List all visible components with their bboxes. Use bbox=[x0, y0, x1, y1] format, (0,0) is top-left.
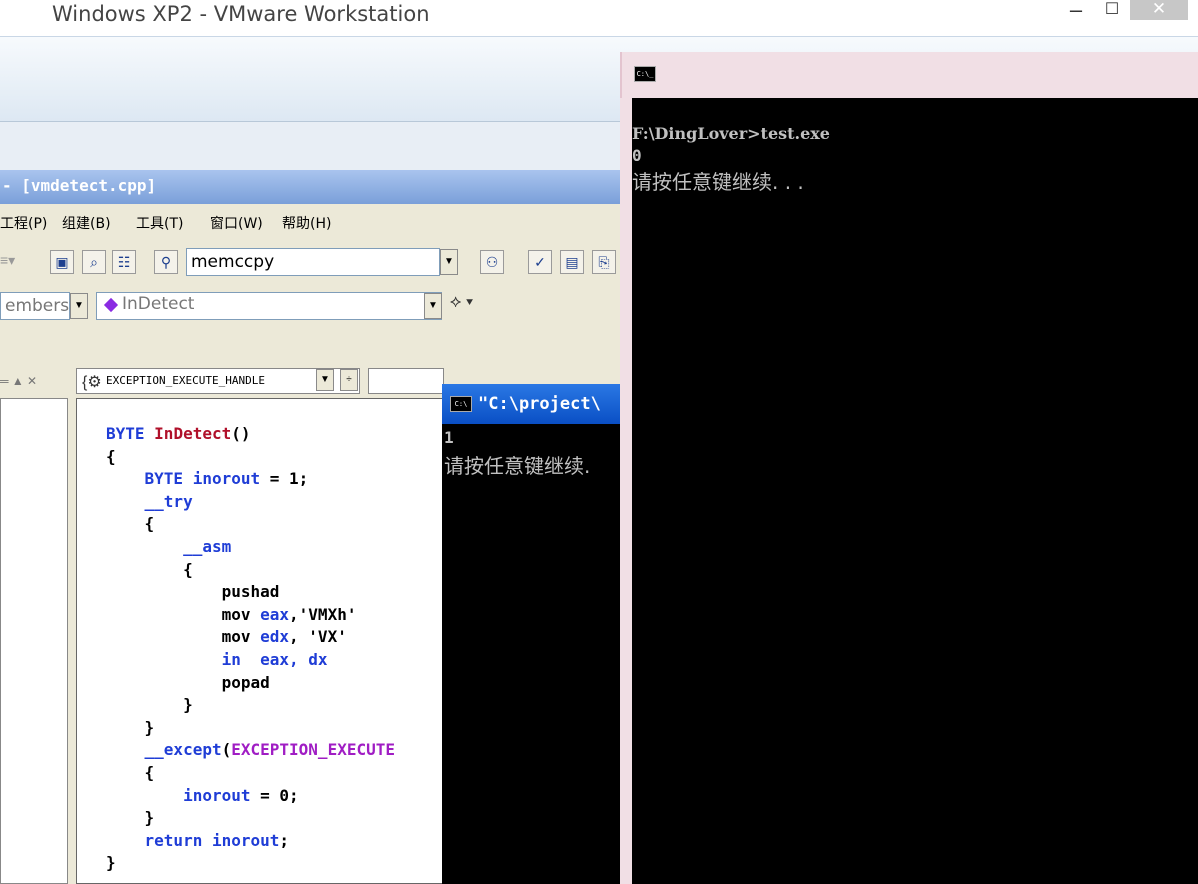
code-token: eax bbox=[260, 604, 290, 624]
code-token: return inorout bbox=[106, 830, 280, 850]
cmd-icon: C:\_ bbox=[634, 66, 656, 82]
code-token: mov bbox=[106, 604, 261, 624]
code-token: = 1; bbox=[260, 469, 309, 489]
code-line: __except(EXCEPTION_EXECUTE bbox=[106, 739, 395, 761]
code-line: } bbox=[106, 852, 116, 874]
close-button[interactable]: ✕ bbox=[1130, 0, 1188, 20]
big-console-border bbox=[620, 98, 632, 884]
code-token: { bbox=[106, 763, 155, 782]
code-token: in eax, dx bbox=[106, 650, 328, 669]
code-token: } bbox=[106, 853, 116, 873]
code-token: BYTE bbox=[106, 424, 155, 443]
big-console-line-1: F:\DingLover>test.exe bbox=[632, 124, 830, 143]
code-token: { bbox=[106, 559, 193, 579]
big-console-line-2: 0 bbox=[632, 146, 642, 165]
code-listing: BYTE InDetect(){ BYTE inorout = 1; __try… bbox=[0, 0, 440, 884]
big-console-line-3: 请按任意键继续. . . bbox=[632, 170, 804, 194]
big-console-output[interactable] bbox=[632, 98, 1198, 884]
code-token: { bbox=[106, 514, 155, 534]
code-token: } bbox=[106, 808, 155, 828]
code-line: { bbox=[106, 513, 155, 535]
code-line: mov eax,'VMXh' bbox=[106, 604, 357, 626]
find-icon[interactable]: ⚇ bbox=[480, 250, 504, 274]
code-token: edx bbox=[260, 627, 290, 647]
code-line: { bbox=[106, 559, 193, 581]
code-line: return inorout; bbox=[106, 830, 290, 852]
small-console-line-2: 请按任意键继续. bbox=[444, 454, 591, 478]
minimize-button[interactable]: – bbox=[1062, 0, 1090, 24]
open-folder-icon[interactable]: ▤ bbox=[560, 250, 584, 274]
code-token: inorout bbox=[106, 785, 251, 805]
small-console-line-1: 1 bbox=[444, 428, 454, 447]
code-token: popad bbox=[106, 672, 270, 692]
cmd-icon: C:\ bbox=[450, 396, 472, 412]
code-line: BYTE InDetect() bbox=[106, 423, 251, 445]
code-token: () bbox=[231, 424, 251, 443]
code-line: __try bbox=[106, 491, 193, 513]
find-combo-dropdown[interactable]: ▼ bbox=[440, 249, 458, 275]
maximize-button[interactable]: ☐ bbox=[1098, 0, 1126, 24]
code-token: __try bbox=[106, 491, 193, 511]
code-token: mov bbox=[106, 627, 261, 647]
paste-icon[interactable]: ⎘ bbox=[592, 250, 616, 274]
code-line: pushad bbox=[106, 581, 280, 603]
code-line: } bbox=[106, 717, 155, 739]
code-token: __except bbox=[106, 740, 222, 760]
code-line: BYTE inorout = 1; bbox=[106, 468, 309, 490]
big-console-title-bar[interactable] bbox=[620, 52, 1198, 98]
code-token: ( bbox=[221, 740, 232, 760]
code-line: } bbox=[106, 694, 193, 716]
code-line: inorout = 0; bbox=[106, 785, 299, 807]
code-token: ; bbox=[279, 830, 290, 850]
code-token: } bbox=[106, 695, 193, 715]
code-token: InDetect bbox=[154, 424, 232, 443]
code-token: EXCEPTION_EXECUTE bbox=[231, 740, 395, 760]
code-token: BYTE inorout bbox=[106, 469, 261, 489]
code-line: __asm bbox=[106, 536, 231, 558]
code-line: in eax, dx bbox=[106, 649, 328, 671]
code-line: popad bbox=[106, 672, 270, 694]
code-line: { bbox=[106, 446, 116, 468]
code-token: , 'VX' bbox=[289, 627, 347, 647]
code-token: pushad bbox=[106, 582, 280, 602]
code-token: { bbox=[106, 446, 116, 466]
small-console-output[interactable] bbox=[442, 424, 620, 884]
small-console-title: "C:\project\ bbox=[478, 394, 601, 414]
code-token: } bbox=[106, 717, 155, 737]
wizard-action-icon[interactable]: ⟡ ▾ bbox=[450, 292, 500, 318]
compile-icon[interactable]: ✓ bbox=[528, 250, 552, 274]
code-line: mov edx, 'VX' bbox=[106, 626, 347, 648]
code-line: } bbox=[106, 807, 155, 829]
code-token: = 0; bbox=[250, 785, 299, 805]
code-line: { bbox=[106, 762, 155, 784]
code-token: __asm bbox=[106, 537, 232, 556]
code-token: ,'VMXh' bbox=[289, 604, 357, 624]
